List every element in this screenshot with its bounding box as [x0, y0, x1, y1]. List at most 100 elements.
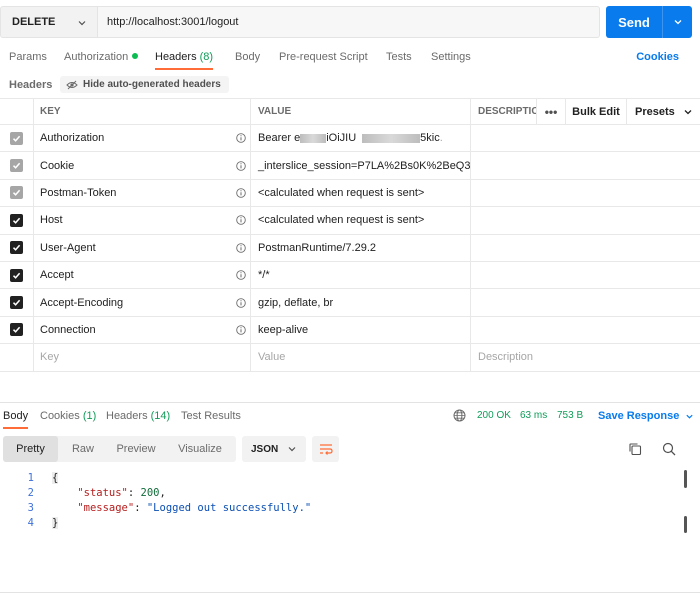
header-key-cell[interactable]: User-Agent	[34, 234, 251, 261]
row-checkbox[interactable]	[10, 323, 23, 337]
response-view-bar: Pretty Raw Preview Visualize JSON	[0, 436, 700, 463]
copy-icon[interactable]	[628, 442, 642, 456]
response-body-editor[interactable]: 1 { 2 "status": 200, 3 "message": "Logge…	[0, 470, 700, 540]
hide-auto-generated-button[interactable]: Hide auto-generated headers	[60, 76, 229, 93]
tab-settings[interactable]: Settings	[431, 51, 471, 63]
view-preview[interactable]: Preview	[108, 436, 164, 462]
header-description-cell[interactable]	[471, 262, 700, 288]
header-key: Cookie	[40, 159, 75, 172]
send-button[interactable]: Send	[606, 6, 692, 38]
new-key-input[interactable]: Key	[34, 344, 251, 371]
headers-title: Headers	[9, 79, 53, 91]
header-description-cell[interactable]	[471, 207, 700, 233]
table-header: KEY VALUE DESCRIPTIC ••• Bulk Edit Prese…	[0, 98, 700, 125]
header-value-cell[interactable]: keep-alive	[251, 316, 471, 344]
header-description-cell[interactable]	[471, 152, 700, 178]
header-value-cell[interactable]: */*	[251, 262, 471, 289]
table-row: Accept */*	[0, 262, 700, 290]
column-description: DESCRIPTIC	[478, 106, 536, 117]
tab-authorization[interactable]: Authorization	[64, 51, 139, 63]
cookies-link[interactable]: Cookies	[636, 51, 679, 63]
headers-toolbar: Headers Hide auto-generated headers	[0, 76, 700, 94]
tab-params[interactable]: Params	[9, 51, 47, 63]
header-key-cell[interactable]: Accept-Encoding	[34, 289, 251, 316]
response-tab-test-results[interactable]: Test Results	[181, 410, 241, 422]
info-icon[interactable]	[236, 243, 246, 256]
active-tab-indicator	[155, 68, 214, 70]
header-key-cell[interactable]: Accept	[34, 262, 251, 289]
header-description-cell[interactable]	[471, 125, 700, 151]
header-key-cell[interactable]: Postman-Token	[34, 179, 251, 207]
info-icon[interactable]	[236, 160, 246, 174]
row-checkbox[interactable]	[10, 159, 23, 173]
tab-body[interactable]: Body	[235, 51, 260, 63]
chevron-down-icon	[674, 20, 681, 25]
wrap-lines-button[interactable]	[312, 436, 339, 462]
info-icon[interactable]	[236, 215, 246, 228]
eye-off-icon	[66, 80, 78, 89]
header-key: Accept	[40, 269, 74, 282]
row-checkbox[interactable]	[10, 213, 23, 227]
header-key-cell[interactable]: Host	[34, 207, 251, 234]
send-options-button[interactable]	[663, 6, 692, 38]
header-key-cell[interactable]: Authorization	[34, 125, 251, 152]
row-checkbox[interactable]	[10, 268, 23, 282]
response-tab-cookies[interactable]: Cookies (1)	[40, 410, 96, 422]
header-value-cell[interactable]: gzip, deflate, br	[251, 289, 471, 316]
header-value-cell[interactable]: Bearer e iOiJIU 5kic .	[251, 125, 471, 152]
response-status[interactable]: 200 OK	[477, 410, 511, 421]
scrollbar-thumb[interactable]	[684, 516, 687, 533]
header-key-cell[interactable]: Connection	[34, 316, 251, 344]
response-tab-body[interactable]: Body	[3, 410, 29, 429]
scrollbar-thumb[interactable]	[684, 470, 687, 488]
table-row: Authorization Bearer e iOiJIU 5kic .	[0, 125, 700, 153]
request-tabs: Params Authorization Headers (8) Body Pr…	[0, 48, 700, 72]
column-key: KEY	[34, 99, 251, 124]
row-checkbox[interactable]	[10, 296, 23, 310]
table-row: Host <calculated when request is sent>	[0, 207, 700, 235]
row-checkbox[interactable]	[10, 131, 23, 145]
info-icon[interactable]	[236, 325, 246, 338]
globe-icon[interactable]	[453, 409, 466, 422]
more-options-button[interactable]: •••	[536, 99, 566, 124]
header-value-cell[interactable]: _interslice_session=P7LA%2Bs0K%2BeQ3...	[251, 152, 471, 179]
new-value-input[interactable]: Value	[251, 344, 471, 371]
presets-dropdown[interactable]: Presets	[627, 99, 700, 124]
header-value-cell[interactable]: PostmanRuntime/7.29.2	[251, 234, 471, 261]
view-raw[interactable]: Raw	[58, 436, 108, 462]
header-description-cell[interactable]	[471, 289, 700, 315]
table-row: Postman-Token <calculated when request is…	[0, 179, 700, 208]
info-icon[interactable]	[236, 133, 246, 146]
view-visualize[interactable]: Visualize	[164, 436, 236, 462]
bulk-edit-button[interactable]: Bulk Edit	[566, 99, 627, 124]
response-size[interactable]: 753 B	[557, 410, 583, 421]
active-tab-indicator	[3, 427, 29, 429]
row-checkbox[interactable]	[10, 241, 23, 255]
header-description-cell[interactable]	[471, 235, 700, 261]
header-value-cell[interactable]: <calculated when request is sent>	[251, 179, 471, 207]
table-row: Cookie _interslice_session=P7LA%2Bs0K%2Be…	[0, 152, 700, 180]
code-line: 3 "message": "Logged out successfully."	[27, 502, 312, 514]
save-response-button[interactable]: Save Response	[598, 410, 694, 422]
header-description-cell[interactable]	[471, 180, 700, 206]
tab-tests[interactable]: Tests	[386, 51, 412, 63]
row-checkbox[interactable]	[10, 186, 23, 200]
info-icon[interactable]	[236, 297, 246, 311]
header-key-cell[interactable]: Cookie	[34, 152, 251, 179]
format-dropdown[interactable]: JSON	[242, 436, 306, 462]
tab-headers[interactable]: Headers (8)	[155, 51, 214, 70]
response-time[interactable]: 63 ms	[520, 410, 547, 421]
method-select[interactable]: DELETE	[0, 6, 98, 38]
header-description-cell[interactable]	[471, 317, 700, 343]
search-icon[interactable]	[662, 442, 676, 456]
response-tab-headers[interactable]: Headers (14)	[106, 410, 170, 422]
info-icon[interactable]	[236, 270, 246, 283]
request-bar: DELETE http://localhost:3001/logout Send	[0, 6, 700, 39]
header-value-cell[interactable]: <calculated when request is sent>	[251, 207, 471, 234]
info-icon[interactable]	[236, 188, 246, 201]
url-input[interactable]: http://localhost:3001/logout	[98, 6, 600, 38]
tab-pre-request-script[interactable]: Pre-request Script	[279, 51, 368, 63]
view-pretty[interactable]: Pretty	[3, 436, 58, 462]
new-description-input[interactable]: Description	[471, 344, 700, 370]
method-label: DELETE	[12, 16, 56, 28]
